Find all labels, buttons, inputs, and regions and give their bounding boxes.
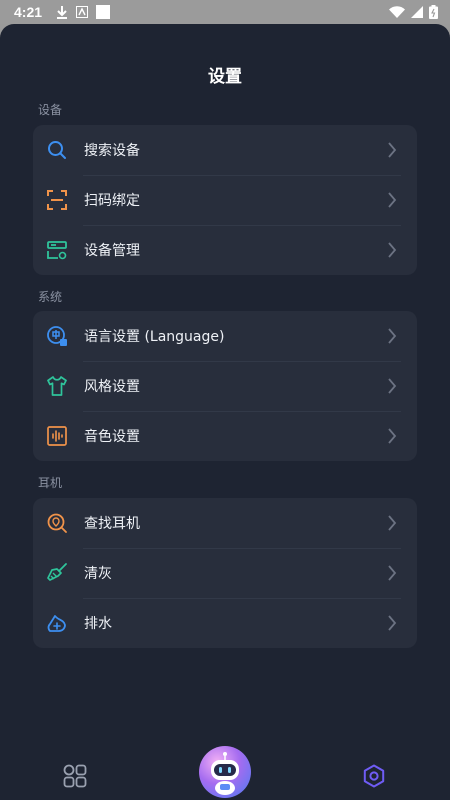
menu-item-tone[interactable]: 音色设置 [33,411,417,461]
menu-item-search-device[interactable]: 搜索设备 [33,125,417,175]
menu-item-label: 风格设置 [84,379,140,395]
shirt-icon [47,376,67,396]
menu-item-label: 设备管理 [84,243,140,259]
chevron-right-icon [388,428,397,444]
download-icon [57,6,68,19]
language-icon [47,326,67,346]
robot-face-icon [211,752,239,795]
signal-icon [411,6,423,18]
menu-item-find-earphone[interactable]: 查找耳机 [33,498,417,548]
robot-avatar-icon[interactable] [199,746,251,798]
menu-item-label: 音色设置 [84,429,140,445]
chevron-right-icon [388,328,397,344]
menu-item-language[interactable]: 语言设置 (Language) [33,311,417,361]
drain-icon [47,615,66,632]
section-label-earphone: 耳机 [38,476,63,490]
menu-item-dust-clean[interactable]: 清灰 [33,548,417,598]
section-label-system: 系统 [38,290,63,304]
menu-item-label: 语言设置 (Language) [84,329,225,345]
status-time: 4:21 [14,4,43,20]
menu-item-scan-bind[interactable]: 扫码绑定 [33,175,417,225]
search-icon [48,141,66,159]
menu-item-style[interactable]: 风格设置 [33,361,417,411]
chevron-right-icon [388,565,397,581]
soundwave-icon [47,426,67,446]
chevron-right-icon [388,378,397,394]
chevron-right-icon [388,242,397,258]
chevron-right-icon [388,615,397,631]
menu-item-label: 搜索设备 [84,143,140,159]
app-notification-icon [76,6,89,18]
chevron-right-icon [388,192,397,208]
chevron-right-icon [388,142,397,158]
device-manage-icon [47,241,67,260]
bottom-nav [0,742,450,800]
menu-item-label: 清灰 [84,566,112,582]
battery-icon [429,5,438,19]
menu-item-label: 查找耳机 [84,516,140,532]
settings-hexagon-icon[interactable] [362,764,386,788]
status-notification-icons [56,5,111,19]
scan-icon [47,190,67,210]
device-card: 搜索设备 扫码绑定 设备管理 [33,125,417,275]
page-title: 设置 [208,67,242,87]
system-card: 语言设置 (Language) 风格设置 音色设置 [33,311,417,461]
settings-sheet: 设置 设备 搜索设备 扫码绑定 设备管理 系统 语言设置 (Language) … [0,24,450,800]
section-label-device: 设备 [38,103,63,117]
status-system-icons [389,0,438,24]
chevron-right-icon [388,515,397,531]
earphone-card: 查找耳机 清灰 排水 [33,498,417,648]
menu-item-drain[interactable]: 排水 [33,598,417,648]
broom-icon [47,563,67,581]
location-search-icon [47,513,67,533]
wifi-icon [389,6,405,18]
menu-item-label: 排水 [84,616,112,632]
menu-item-label: 扫码绑定 [84,193,140,209]
grid-icon[interactable] [63,764,87,788]
menu-item-device-manage[interactable]: 设备管理 [33,225,417,275]
square-notification-icon [96,5,111,19]
status-bar: 4:21 [0,0,450,24]
